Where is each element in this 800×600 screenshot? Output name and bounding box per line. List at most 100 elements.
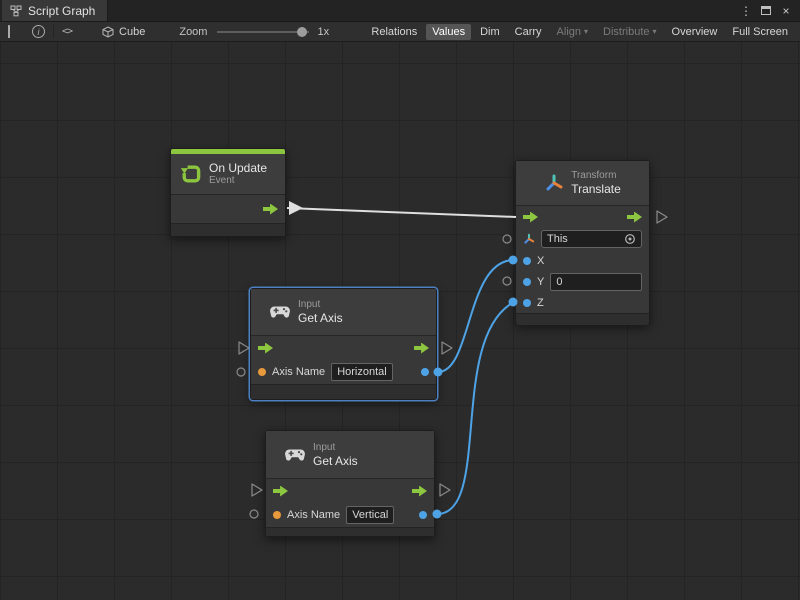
zoom-label: Zoom [179,26,207,38]
gamepad-icon [284,448,306,462]
x-value-port[interactable] [523,257,531,265]
node-category: Input [298,299,343,311]
maximize-icon [761,6,771,15]
chevron-down-icon: ▾ [653,27,657,36]
flow-input-port[interactable] [258,343,273,354]
zoom-slider-track[interactable] [217,31,309,33]
axis-name-label: Axis Name [272,366,325,378]
flow-wire-arrowhead-icon [289,201,303,215]
value-wire-vertical-to-z[interactable] [437,302,514,514]
node-title: Get Axis [313,454,358,468]
values-button[interactable]: Values [426,24,471,40]
getaxis-v-flow-in-stub[interactable] [252,484,262,496]
align-dropdown[interactable]: Align ▾ [551,24,594,40]
axis-name-row: Axis Name Horizontal [251,360,436,384]
flow-row [516,206,649,228]
getaxis-v-name-port-stub[interactable] [250,510,258,518]
node-title: On Update [209,161,267,175]
x-port-row: X [516,250,649,271]
translate-header: Transform Translate [516,161,649,206]
getaxis-v-flow-out-stub[interactable] [440,484,450,496]
graph-owner-button[interactable]: Cube [102,26,145,38]
object-picker-icon[interactable] [624,233,636,245]
getaxis-h-name-port-stub[interactable] [237,368,245,376]
close-button[interactable]: × [778,3,794,19]
graph-canvas[interactable]: On Update Event Transform Translate [0,42,800,600]
this-object-field[interactable]: This [541,230,642,248]
toolbar: <> Cube Zoom 1x Relations Values Dim Car… [0,22,800,42]
graph-owner-label: Cube [119,26,145,38]
chevron-down-icon: ▾ [584,27,588,36]
translate-flow-out-stub[interactable] [657,211,667,223]
window-titlebar: Script Graph ⋮ × [0,0,800,22]
y-value-port[interactable] [523,278,531,286]
node-category: Transform [571,170,621,182]
align-label: Align [557,26,581,38]
cube-icon [102,26,114,38]
fullscreen-button[interactable]: Full Screen [726,24,794,40]
z-value-port[interactable] [523,299,531,307]
maximize-button[interactable] [758,3,774,19]
relations-button[interactable]: Relations [365,24,423,40]
z-port-label: Z [537,297,544,309]
distribute-dropdown[interactable]: Distribute ▾ [597,24,662,40]
y-port-label: Y [537,276,544,288]
dim-button[interactable]: Dim [474,24,506,40]
getaxis-h-flow-in-stub[interactable] [239,342,249,354]
flow-input-port[interactable] [273,486,288,497]
node-on-update[interactable]: On Update Event [170,148,286,237]
getaxis-h-flow-out-stub[interactable] [442,342,452,354]
flow-output-port[interactable] [627,212,642,223]
value-wire-horizontal-to-x[interactable] [438,260,514,372]
node-footer [266,527,434,536]
node-translate[interactable]: Transform Translate This [515,160,650,325]
node-footer [251,384,436,399]
code-icon[interactable]: <> [62,26,72,37]
y-value-field[interactable]: 0 [550,273,642,291]
axis-name-label: Axis Name [287,509,340,521]
this-field-value: This [547,232,568,246]
lock-icon[interactable] [8,26,22,38]
axis-name-port[interactable] [273,511,281,519]
flow-output-port[interactable] [414,343,429,354]
node-category: Input [313,442,358,454]
overview-button[interactable]: Overview [666,24,724,40]
carry-button[interactable]: Carry [509,24,548,40]
distribute-label: Distribute [603,26,649,38]
transform-axes-icon [544,173,564,193]
node-subtitle: Event [209,175,267,187]
flow-output-port[interactable] [263,204,278,215]
flow-output-port[interactable] [412,486,427,497]
node-get-axis-horizontal[interactable]: Input Get Axis Axis Name Horizontal [250,288,437,400]
window-controls: ⋮ × [738,0,800,21]
axis-value-output-port[interactable] [421,368,429,376]
flow-row [251,336,436,360]
translate-y-port-stub[interactable] [503,277,511,285]
axis-name-field[interactable]: Horizontal [331,363,393,381]
y-port-row: Y 0 [516,271,649,292]
flow-output-row [171,195,285,223]
flow-input-port[interactable] [523,212,538,223]
flow-wire-onupdate-translate[interactable] [287,208,516,217]
translate-this-port-stub[interactable] [503,235,511,243]
axis-value-output-port[interactable] [419,511,427,519]
axis-name-port[interactable] [258,368,266,376]
tab-title: Script Graph [28,4,95,18]
z-port-row: Z [516,292,649,313]
zoom-slider[interactable] [217,25,309,39]
node-get-axis-vertical[interactable]: Input Get Axis Axis Name Vertical [265,430,435,537]
toolbar-separator [53,25,54,38]
tab-script-graph[interactable]: Script Graph [2,0,108,21]
get-axis-header: Input Get Axis [251,289,436,336]
transform-axes-icon [523,233,535,245]
zoom-slider-handle[interactable] [297,27,307,37]
node-footer [516,313,649,325]
flow-row [266,479,434,503]
window-menu-button[interactable]: ⋮ [738,3,754,19]
on-update-header: On Update Event [171,154,285,195]
this-port-row: This [516,228,649,250]
axis-name-field[interactable]: Vertical [346,506,394,524]
info-icon[interactable] [32,25,45,38]
node-title: Translate [571,182,621,196]
get-axis-header: Input Get Axis [266,431,434,479]
